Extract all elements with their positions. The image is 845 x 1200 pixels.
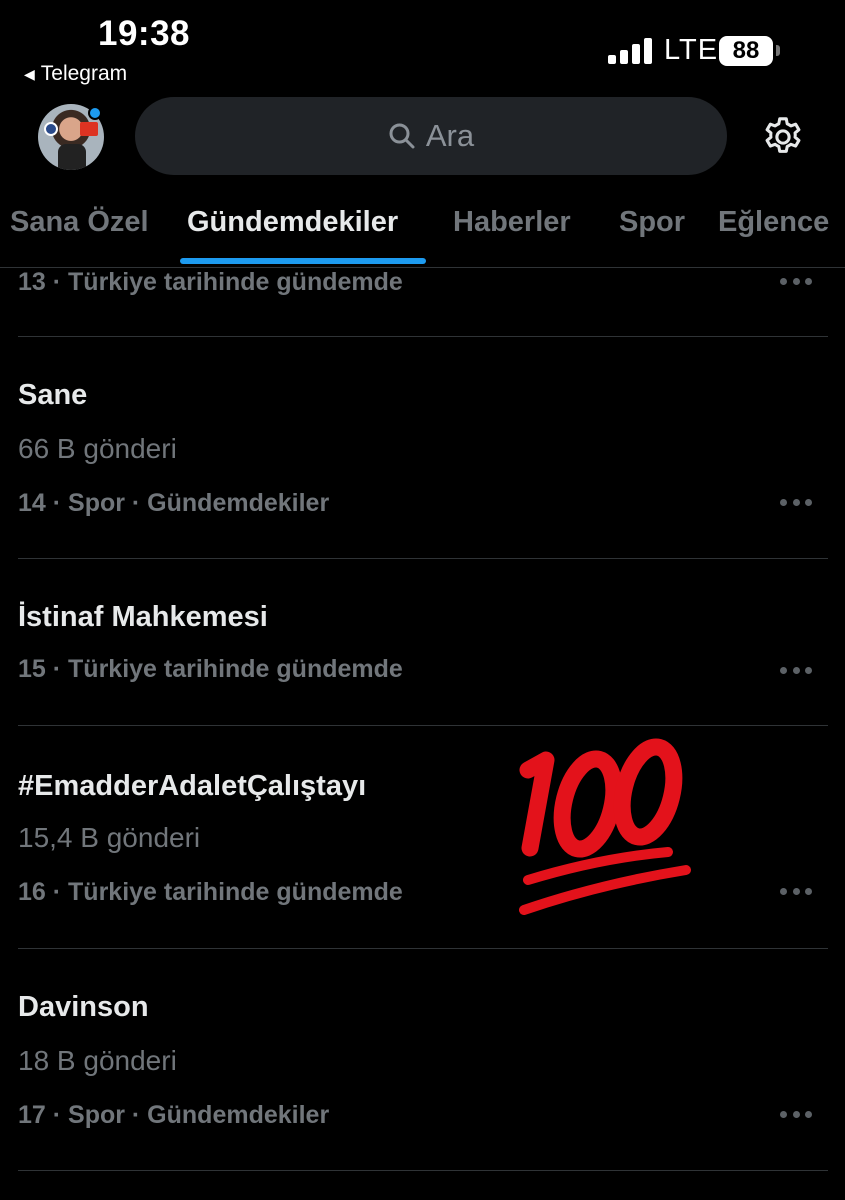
trend-meta: 15 · Türkiye tarihinde gündemde — [18, 655, 403, 683]
explore-tabs: Sana Özel Gündemdekiler Haberler Spor Eğ… — [0, 198, 845, 268]
tab-gundemdekiler[interactable]: Gündemdekiler — [187, 206, 398, 239]
back-to-app-link[interactable]: ◀ Telegram — [24, 62, 127, 86]
trend-title: #EmadderAdaletÇalıştayı — [18, 770, 367, 802]
trend-post-count: 66 B gönderi — [18, 433, 177, 464]
status-bar: 19:38 ◀ Telegram LTE 88 — [0, 0, 845, 95]
network-type: LTE — [664, 34, 719, 66]
notification-dot — [88, 106, 102, 120]
search-bar[interactable]: Ara — [135, 97, 727, 175]
tab-spor[interactable]: Spor — [619, 206, 685, 239]
cellular-signal-icon — [608, 38, 652, 64]
back-app-label: Telegram — [40, 62, 128, 85]
tab-haberler[interactable]: Haberler — [453, 206, 571, 239]
search-placeholder: Ara — [425, 118, 475, 153]
divider — [18, 948, 828, 949]
trending-page: 19:38 ◀ Telegram LTE 88 Ara Sana Özel Gü… — [0, 0, 845, 1200]
status-time: 19:38 — [98, 14, 191, 53]
hundred-points-emoji-icon — [519, 738, 691, 915]
trend-meta: 13 · Türkiye tarihinde gündemde — [18, 268, 403, 296]
more-options-icon[interactable] — [780, 497, 812, 507]
trend-meta: 16 · Türkiye tarihinde gündemde — [18, 878, 403, 906]
divider — [18, 725, 828, 726]
avatar-seal-graphic — [44, 122, 58, 136]
trend-title: Sane — [18, 379, 88, 411]
divider — [18, 558, 828, 559]
avatar-person-graphic — [58, 144, 86, 170]
tab-eglence[interactable]: Eğlence — [718, 206, 829, 239]
trend-title: İstinaf Mahkemesi — [18, 601, 268, 633]
trend-meta: 14 · Spor · Gündemdekiler — [18, 489, 330, 517]
active-tab-indicator — [180, 258, 426, 264]
trend-post-count: 18 B gönderi — [18, 1045, 177, 1076]
battery-level: 88 — [732, 37, 760, 64]
more-options-icon[interactable] — [780, 276, 812, 286]
trend-title: Davinson — [18, 991, 149, 1023]
avatar-flag-graphic — [80, 122, 98, 136]
battery-tip — [776, 45, 780, 56]
battery-icon: 88 — [719, 36, 773, 66]
divider — [18, 336, 828, 337]
trend-meta: 17 · Spor · Gündemdekiler — [18, 1101, 330, 1129]
back-triangle-icon: ◀ — [24, 65, 35, 82]
search-icon — [389, 123, 415, 149]
tab-sana-ozel[interactable]: Sana Özel — [10, 206, 149, 239]
divider — [18, 1170, 828, 1171]
trend-post-count: 15,4 B gönderi — [18, 822, 201, 853]
more-options-icon[interactable] — [780, 665, 812, 675]
settings-gear-icon[interactable] — [760, 114, 806, 160]
more-options-icon[interactable] — [780, 886, 812, 896]
more-options-icon[interactable] — [780, 1109, 812, 1119]
